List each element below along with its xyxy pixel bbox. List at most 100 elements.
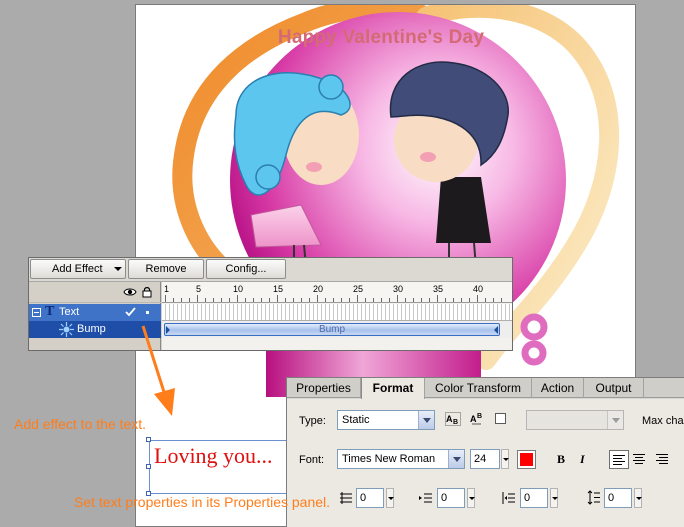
layer-row-bump[interactable]: Bump	[29, 321, 161, 338]
lock-dot-icon[interactable]	[146, 311, 149, 314]
add-effect-label: Add Effect	[52, 263, 103, 275]
ruler-tick	[357, 295, 358, 302]
check-icon[interactable]	[125, 307, 136, 317]
font-select-value: Times New Roman	[342, 453, 436, 465]
timeline-toolbar: Add Effect Remove Config...	[29, 258, 512, 282]
ruler-tick	[301, 298, 302, 302]
ruler-tick-label: 5	[196, 284, 202, 294]
font-size-dropdown[interactable]	[501, 449, 509, 469]
chevron-down-icon	[448, 450, 464, 468]
remove-button[interactable]: Remove	[128, 259, 204, 279]
ruler-tick	[421, 298, 422, 302]
ruler-tick	[237, 295, 238, 302]
html-checkbox[interactable]	[495, 413, 506, 424]
annotation-add-effect: Add effect to the text.	[14, 416, 147, 432]
add-effect-button[interactable]: Add Effect	[30, 259, 126, 279]
disabled-select	[526, 410, 624, 430]
ruler-tick	[413, 298, 414, 302]
tab-properties[interactable]: Properties	[287, 378, 361, 398]
ruler-tick	[365, 298, 366, 302]
config-button[interactable]: Config...	[206, 259, 286, 279]
ruler-tick	[173, 298, 174, 302]
text-color-swatch[interactable]	[517, 450, 536, 469]
layer-bump-label: Bump	[77, 323, 106, 335]
frame-strip[interactable]	[162, 304, 512, 321]
type-select[interactable]: Static	[337, 410, 435, 430]
left-margin-icon	[502, 492, 515, 504]
indent-field[interactable]: 0	[437, 488, 465, 508]
layer-row-text[interactable]: T Text	[29, 304, 161, 321]
italic-button[interactable]: I	[580, 452, 585, 467]
resize-handle[interactable]	[146, 464, 151, 469]
bump-effect-icon	[59, 322, 74, 337]
svg-text:A: A	[446, 414, 453, 424]
ruler-tick	[477, 295, 478, 302]
align-left-button[interactable]	[609, 450, 629, 469]
timeline-frames: 1 5 10 15 20 25 30 35 40 Bump	[162, 282, 512, 350]
text-t-icon: T	[45, 304, 55, 319]
ruler-tick	[469, 298, 470, 302]
bump-effect-bar[interactable]: Bump	[164, 323, 500, 336]
eye-icon[interactable]	[123, 287, 137, 297]
vertical-text-icon[interactable]: A B	[445, 412, 461, 426]
ruler-tick	[333, 298, 334, 302]
letter-spacing-field[interactable]: 0	[356, 488, 384, 508]
ruler-tick	[181, 298, 182, 302]
left-margin-field[interactable]: 0	[520, 488, 548, 508]
ruler-tick-label: 20	[313, 284, 324, 294]
svg-text:B: B	[477, 413, 482, 420]
ruler-tick	[429, 298, 430, 302]
tab-output[interactable]: Output	[584, 378, 644, 398]
ruler-tick	[349, 298, 350, 302]
chevron-down-icon	[607, 411, 623, 429]
ruler-tick	[285, 298, 286, 302]
superscript-icon[interactable]: A B	[469, 411, 485, 426]
type-select-value: Static	[342, 414, 370, 426]
ruler-tick-label: 30	[393, 284, 404, 294]
properties-panel: Properties Format Color Transform Action…	[286, 377, 684, 527]
ruler-tick	[293, 298, 294, 302]
tab-action[interactable]: Action	[532, 378, 584, 398]
letter-spacing-dropdown[interactable]	[386, 488, 394, 508]
ruler-tick	[405, 298, 406, 302]
ruler-tick-label: 35	[433, 284, 444, 294]
selected-text-box[interactable]: Loving you...	[146, 437, 296, 496]
bold-button[interactable]: B	[557, 452, 565, 467]
align-right-button[interactable]	[653, 450, 673, 469]
ruler-tick	[165, 295, 166, 302]
indent-dropdown[interactable]	[467, 488, 475, 508]
font-size-field[interactable]: 24	[470, 449, 500, 469]
line-spacing-field[interactable]: 0	[604, 488, 632, 508]
ruler-tick	[205, 298, 206, 302]
ruler-tick	[261, 298, 262, 302]
line-spacing-dropdown[interactable]	[634, 488, 642, 508]
frame-ruler[interactable]: 1 5 10 15 20 25 30 35 40	[162, 282, 512, 303]
ruler-tick-label: 10	[233, 284, 244, 294]
ruler-tick	[485, 298, 486, 302]
left-margin-dropdown[interactable]	[550, 488, 558, 508]
align-center-button[interactable]	[630, 450, 650, 469]
ruler-tick	[213, 298, 214, 302]
annotation-properties: Set text properties in its Properties pa…	[74, 494, 331, 510]
resize-handle[interactable]	[146, 437, 151, 442]
ruler-tick	[253, 298, 254, 302]
font-select[interactable]: Times New Roman	[337, 449, 465, 469]
ruler-tick	[453, 298, 454, 302]
lock-icon[interactable]	[142, 286, 152, 298]
tab-format[interactable]: Format	[361, 378, 425, 399]
svg-text:B: B	[453, 419, 458, 426]
tab-color-transform[interactable]: Color Transform	[425, 378, 532, 398]
max-chars-label: Max chars	[642, 415, 684, 427]
indent-icon	[419, 493, 432, 503]
ruler-tick	[189, 298, 190, 302]
timeline-layer-tree: T Text Bump	[29, 282, 161, 350]
ruler-tick	[397, 295, 398, 302]
ruler-tick	[269, 298, 270, 302]
ruler-tick-label: 40	[473, 284, 484, 294]
format-tab-body: Type: Static A B A B Max chars Font: Tim…	[287, 399, 684, 527]
ruler-tick-label: 1	[164, 284, 170, 294]
collapse-icon[interactable]	[32, 308, 41, 317]
ruler-tick	[501, 298, 502, 302]
stage-text-content[interactable]: Loving you...	[154, 443, 273, 469]
layer-header	[29, 282, 161, 303]
